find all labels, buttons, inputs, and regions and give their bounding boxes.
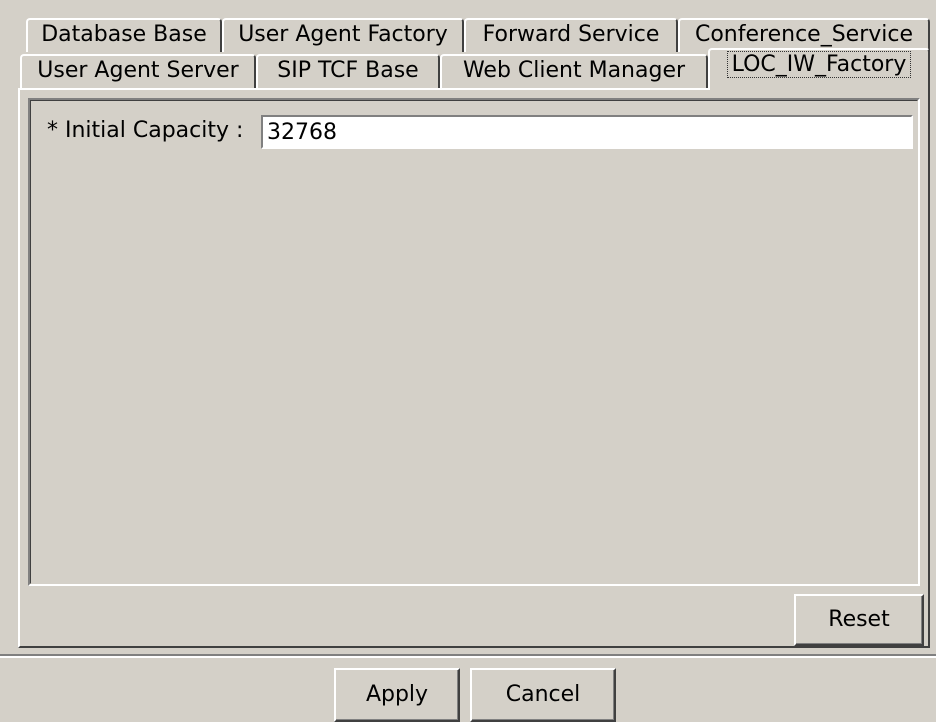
tab-label: User Agent Server	[37, 58, 239, 83]
dialog-window: Database Base User Agent Factory Forward…	[0, 0, 936, 722]
tab-user-agent-factory[interactable]: User Agent Factory	[222, 18, 464, 52]
form-area-inner: * Initial Capacity :	[30, 100, 918, 584]
tab-web-client-manager[interactable]: Web Client Manager	[440, 54, 708, 88]
apply-button[interactable]: Apply	[334, 668, 460, 722]
reset-button[interactable]: Reset	[794, 594, 924, 646]
tab-panel: * Initial Capacity : Reset	[18, 88, 930, 648]
tab-label: SIP TCF Base	[277, 58, 419, 83]
cancel-button[interactable]: Cancel	[470, 668, 616, 722]
tab-conference-service[interactable]: Conference_Service	[678, 18, 930, 52]
tab-forward-service[interactable]: Forward Service	[464, 18, 678, 52]
tab-label: Database Base	[41, 22, 207, 47]
form-area: * Initial Capacity :	[28, 98, 920, 586]
divider	[0, 654, 936, 658]
tab-sip-tcf-base[interactable]: SIP TCF Base	[256, 54, 440, 88]
tab-database-base[interactable]: Database Base	[26, 18, 222, 52]
tab-label: Forward Service	[482, 22, 660, 47]
tab-label: Web Client Manager	[462, 58, 686, 83]
panel-footer: Reset	[22, 592, 926, 646]
initial-capacity-label: * Initial Capacity :	[47, 118, 244, 143]
tab-label: LOC_IW_Factory	[726, 51, 912, 78]
tab-label: User Agent Factory	[238, 22, 448, 47]
tab-user-agent-server[interactable]: User Agent Server	[20, 54, 256, 88]
initial-capacity-input[interactable]	[261, 115, 913, 149]
tab-loc-iw-factory[interactable]: LOC_IW_Factory	[708, 48, 930, 90]
tab-label: Conference_Service	[694, 22, 914, 47]
